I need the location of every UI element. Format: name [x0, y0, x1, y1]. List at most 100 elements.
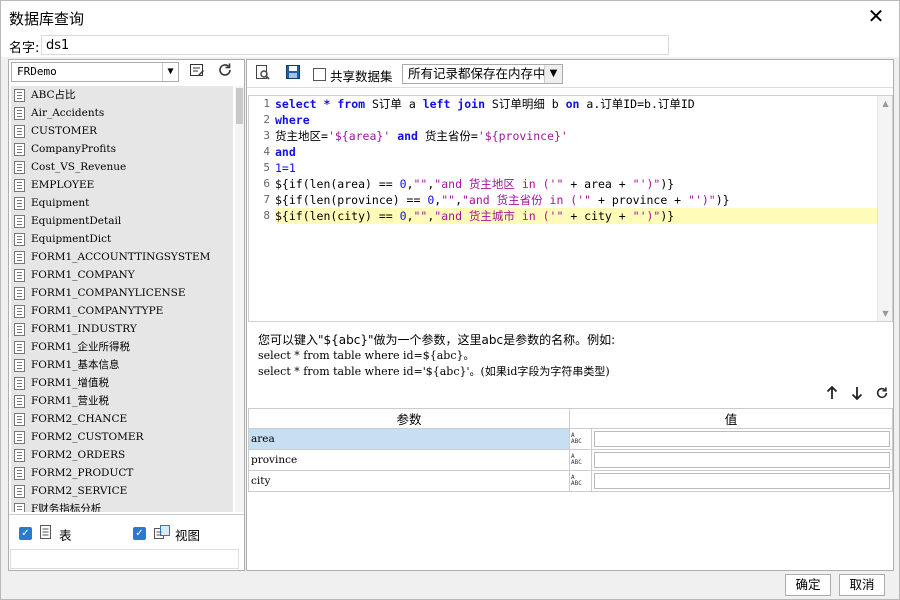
table-icon — [14, 395, 25, 408]
scroll-up-icon[interactable]: ▲ — [881, 99, 890, 108]
table-icon — [14, 197, 25, 210]
param-value-header: 值 — [569, 408, 893, 429]
table-list-item[interactable]: FORM2_CUSTOMER — [11, 428, 233, 446]
parameter-row[interactable]: province A ABC — [248, 449, 893, 471]
param-value-input[interactable] — [594, 473, 890, 489]
table-name: FORM1_ACCOUNTTINGSYSTEM — [31, 251, 211, 263]
table-icon — [14, 233, 25, 246]
view-icon — [153, 524, 171, 544]
table-list-item[interactable]: FORM1_COMPANYLICENSE — [11, 284, 233, 302]
table-list-item[interactable]: CompanyProfits — [11, 140, 233, 158]
table-list-item[interactable]: Cost_VS_Revenue — [11, 158, 233, 176]
refresh-icon[interactable] — [215, 62, 235, 82]
table-list-item[interactable]: FORM1_COMPANYTYPE — [11, 302, 233, 320]
preview-icon[interactable] — [253, 64, 273, 84]
table-list-item[interactable]: FORM1_INDUSTRY — [11, 320, 233, 338]
table-list-item[interactable]: CUSTOMER — [11, 122, 233, 140]
type-selector-icon[interactable]: A ABC — [569, 428, 592, 450]
table-icon — [39, 524, 53, 544]
table-icon — [14, 215, 25, 228]
param-name: province — [248, 449, 570, 471]
table-list-item[interactable]: EquipmentDetail — [11, 212, 233, 230]
table-list-item[interactable]: FORM1_COMPANY — [11, 266, 233, 284]
table-list-item[interactable]: EquipmentDict — [11, 230, 233, 248]
param-value-input[interactable] — [594, 431, 890, 447]
table-list-item[interactable]: FORM2_ORDERS — [11, 446, 233, 464]
table-list-item[interactable]: FORM1_增值税 — [11, 374, 233, 392]
table-icon — [14, 107, 25, 120]
move-down-icon[interactable] — [848, 386, 866, 404]
table-name: Equipment — [31, 197, 90, 209]
table-list-item[interactable]: FORM1_营业税 — [11, 392, 233, 410]
table-name: FORM2_ORDERS — [31, 449, 126, 461]
param-value-cell — [591, 449, 893, 471]
line-number: 2 — [263, 113, 270, 126]
table-name: FORM2_CUSTOMER — [31, 431, 144, 443]
save-icon[interactable] — [283, 64, 303, 84]
table-list-item[interactable]: FORM2_SERVICE — [11, 482, 233, 500]
table-name: Cost_VS_Revenue — [31, 161, 127, 173]
param-name-header: 参数 — [248, 408, 570, 429]
share-dataset-checkbox[interactable] — [313, 68, 326, 81]
parameter-row[interactable]: city A ABC — [248, 470, 893, 492]
table-list-item[interactable]: F财务指标分析 — [11, 500, 233, 512]
table-list-item[interactable]: FORM2_CHANCE — [11, 410, 233, 428]
cancel-button[interactable]: 取消 — [839, 574, 885, 596]
table-list[interactable]: ABC占比 Air_Accidents CUSTOMER CompanyProfits… — [11, 86, 233, 512]
param-value-input[interactable] — [594, 452, 890, 468]
table-list-item[interactable]: Air_Accidents — [11, 104, 233, 122]
table-icon — [14, 449, 25, 462]
type-selector-icon[interactable]: A ABC — [569, 470, 592, 492]
refresh-params-icon[interactable] — [873, 386, 891, 404]
table-browser: FRDemo ▼ ABC占比 Air_Accidents CUSTOMER Compa… — [8, 59, 245, 571]
connection-value: FRDemo — [17, 65, 57, 78]
memory-mode-value: 所有记录都保存在内存中 — [408, 66, 546, 81]
table-name: FORM1_COMPANY — [31, 269, 135, 281]
editor-scrollbar[interactable]: ▲ ▼ — [877, 96, 892, 321]
chevron-down-icon[interactable]: ▼ — [544, 65, 562, 83]
table-icon — [14, 161, 25, 174]
table-list-item[interactable]: FORM1_ACCOUNTTINGSYSTEM — [11, 248, 233, 266]
title-bar: 数据库查询 ✕ — [1, 1, 899, 33]
sql-code[interactable]: select * from S订单 a left join S订单明细 b on… — [275, 96, 877, 321]
table-icon — [14, 431, 25, 444]
move-up-icon[interactable] — [823, 385, 841, 404]
table-list-item[interactable]: FORM1_基本信息 — [11, 356, 233, 374]
table-list-scrollbar[interactable] — [235, 86, 244, 512]
type-selector-icon[interactable]: A ABC — [569, 449, 592, 471]
table-list-item[interactable]: Equipment — [11, 194, 233, 212]
table-list-item[interactable]: FORM2_PRODUCT — [11, 464, 233, 482]
table-icon — [14, 179, 25, 192]
table-name: EquipmentDetail — [31, 215, 122, 227]
table-name: EquipmentDict — [31, 233, 112, 245]
table-name: FORM1_INDUSTRY — [31, 323, 137, 335]
scrollbar-thumb[interactable] — [236, 88, 243, 124]
table-list-item[interactable]: ABC占比 — [11, 86, 233, 104]
table-name: FORM1_企业所得税 — [31, 341, 130, 353]
table-list-item[interactable]: FORM1_企业所得税 — [11, 338, 233, 356]
table-search-input[interactable] — [10, 549, 239, 569]
show-table-checkbox[interactable]: ✓ — [19, 527, 32, 540]
sql-editor[interactable]: 1 2 3 4 5 6 7 8 select * from S订单 a left join S… — [248, 95, 893, 322]
memory-mode-select[interactable]: 所有记录都保存在内存中 ▼ — [402, 64, 563, 84]
table-icon — [14, 287, 25, 300]
show-view-checkbox[interactable]: ✓ — [133, 527, 146, 540]
query-dialog: 数据库查询 ✕ 名字: FRDemo ▼ ABC占比 Air_Accidents C… — [0, 0, 900, 600]
chevron-down-icon[interactable]: ▼ — [162, 63, 178, 81]
close-icon[interactable]: ✕ — [865, 5, 887, 27]
table-name: FORM1_营业税 — [31, 395, 109, 407]
scroll-down-icon[interactable]: ▼ — [881, 309, 890, 318]
table-name: FORM1_COMPANYLICENSE — [31, 287, 186, 299]
connection-select[interactable]: FRDemo ▼ — [11, 62, 179, 82]
parameter-row[interactable]: area A ABC — [248, 428, 893, 450]
table-list-item[interactable]: EMPLOYEE — [11, 176, 233, 194]
line-number: 8 — [263, 209, 270, 222]
name-input[interactable] — [41, 35, 669, 55]
edit-connection-icon[interactable] — [187, 62, 207, 82]
code-line: ${if(len(province) == 0,"","and 货主省份 in … — [275, 193, 730, 207]
ok-button[interactable]: 确定 — [785, 574, 831, 596]
param-value-cell — [591, 428, 893, 450]
code-line: where — [275, 113, 310, 127]
window-title: 数据库查询 — [9, 10, 85, 28]
table-name: FORM1_基本信息 — [31, 359, 120, 371]
